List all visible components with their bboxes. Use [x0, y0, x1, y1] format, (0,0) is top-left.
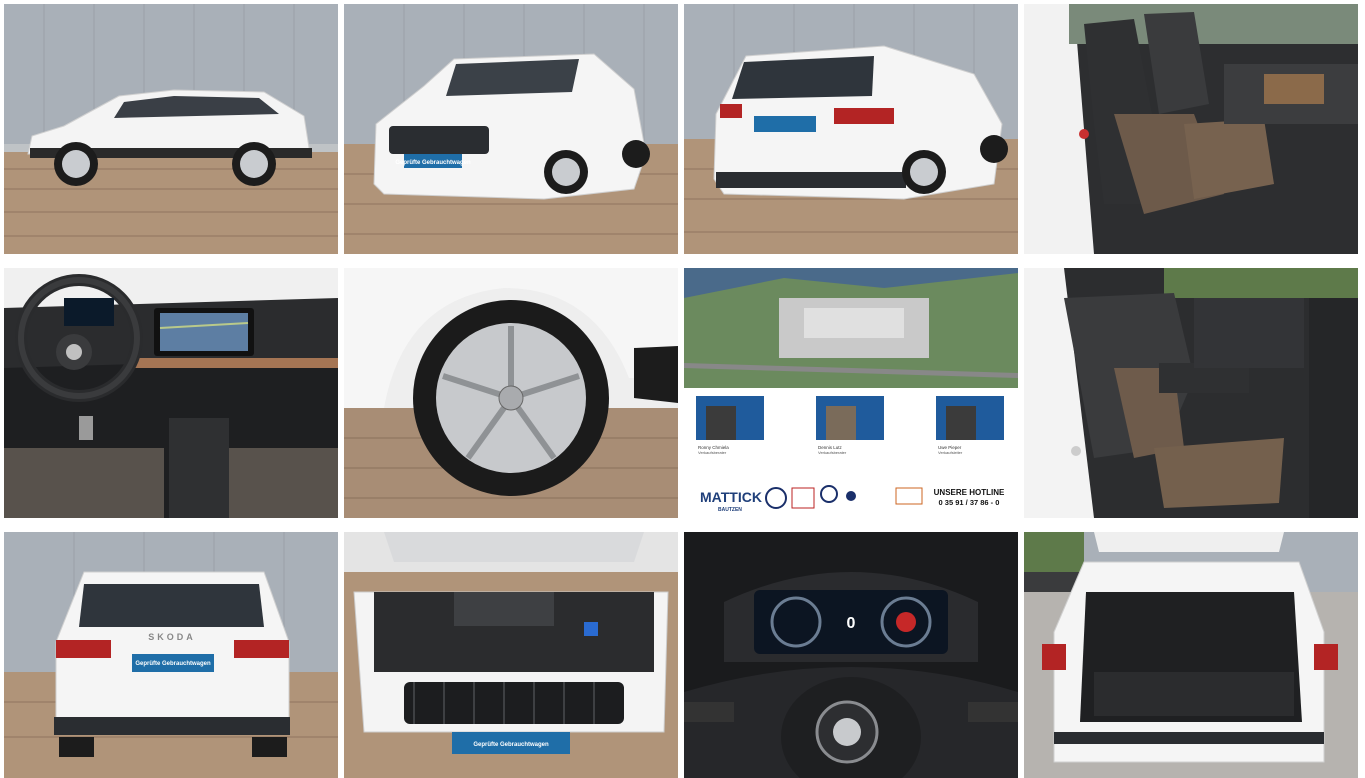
- hotline-number: 0 35 91 / 37 86 - 0: [939, 498, 1000, 507]
- dealer-logo-sub: BAUTZEN: [718, 507, 742, 513]
- car-rear-image: SKODA Geprüfte Gebrauchtwagen: [4, 532, 338, 778]
- photo-gallery-grid: Geprüfte Gebrauchtwagen Ronny Chmiela Ve…: [4, 4, 1358, 778]
- audi-logo-icon: [791, 487, 815, 509]
- wheel-rim-image: [344, 268, 678, 518]
- cluster-speed-value: 0: [847, 615, 856, 632]
- gallery-photo-rear-three-quarter[interactable]: [684, 4, 1018, 254]
- front-seats-image: [1024, 4, 1358, 254]
- gallery-photo-instrument-cluster[interactable]: 0: [684, 532, 1018, 778]
- rear-seats-image: [1024, 268, 1358, 518]
- contact-1-role: Verkaufsberater: [698, 450, 727, 455]
- rear-plate-text: Geprüfte Gebrauchtwagen: [135, 661, 211, 667]
- euromobil-logo-icon: [895, 487, 923, 505]
- car-rear-view-image: [684, 4, 1018, 254]
- gallery-photo-trunk[interactable]: [1024, 532, 1358, 778]
- gallery-photo-side-view[interactable]: [4, 4, 338, 254]
- dashboard-image: [4, 268, 338, 518]
- engine-bay-image: Geprüfte Gebrauchtwagen: [344, 532, 678, 778]
- gallery-photo-front-seats[interactable]: [1024, 4, 1358, 254]
- engine-plate-text: Geprüfte Gebrauchtwagen: [473, 742, 549, 748]
- contact-2-role: Verkaufsberater: [818, 450, 847, 455]
- car-front-view-image: Geprüfte Gebrauchtwagen: [344, 4, 678, 254]
- dealer-card-image: Ronny Chmiela Verkaufsberater Dennis Lut…: [684, 268, 1018, 518]
- gallery-photo-front-three-quarter[interactable]: Geprüfte Gebrauchtwagen: [344, 4, 678, 254]
- plate-text: Geprüfte Gebrauchtwagen: [395, 160, 471, 166]
- contact-3-role: Verkaufsleiter: [938, 450, 963, 455]
- gallery-photo-wheel[interactable]: [344, 268, 678, 518]
- instrument-cluster-image: 0: [684, 532, 1018, 778]
- rear-badge-text: SKODA: [148, 632, 196, 642]
- certified-used-logo-icon: [846, 491, 856, 501]
- car-side-view-image: [4, 4, 338, 254]
- gallery-photo-engine-bay[interactable]: Geprüfte Gebrauchtwagen: [344, 532, 678, 778]
- trunk-image: [1024, 532, 1358, 778]
- gallery-photo-rear-view[interactable]: SKODA Geprüfte Gebrauchtwagen: [4, 532, 338, 778]
- dealer-logo-text: MATTICK: [700, 489, 762, 505]
- gallery-photo-dealer-info[interactable]: Ronny Chmiela Verkaufsberater Dennis Lut…: [684, 268, 1018, 518]
- gallery-photo-rear-seats[interactable]: [1024, 268, 1358, 518]
- hotline-title: UNSERE HOTLINE: [934, 488, 1005, 497]
- gallery-photo-dashboard[interactable]: [4, 268, 338, 518]
